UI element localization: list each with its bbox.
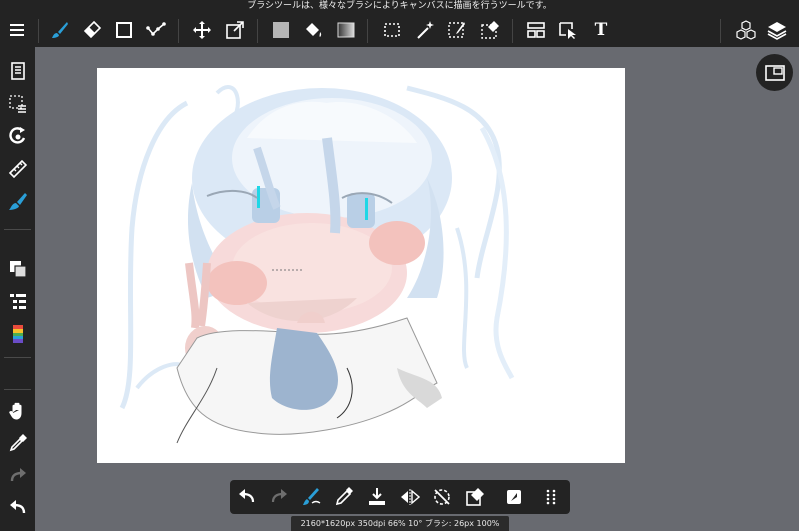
hand-icon[interactable] [4,397,31,424]
drawing-canvas[interactable] [97,68,625,463]
bottom-toolbar [230,480,570,514]
tool-tooltip: ブラシツールは、様々なブラシによりキャンバスに描画を行うツールです。 [247,1,552,11]
navigator-button[interactable] [756,54,793,91]
operation-icon[interactable] [554,16,582,44]
shape-rect-icon[interactable] [110,16,138,44]
import-icon[interactable] [363,483,391,511]
polyline-icon[interactable] [142,16,170,44]
layer-list-icon[interactable] [4,287,31,314]
redo-icon[interactable] [265,483,293,511]
move-icon[interactable] [188,16,216,44]
snap-off-icon[interactable] [428,483,456,511]
eraser-icon[interactable] [78,16,106,44]
left-sidebar [0,47,35,531]
page-list-icon[interactable] [4,57,31,84]
brush-icon[interactable] [46,16,74,44]
rotate-view-icon[interactable] [4,122,31,149]
artwork [119,85,515,444]
flip-icon[interactable] [396,483,424,511]
eyedropper-icon[interactable] [4,429,31,456]
color-palette-icon[interactable] [4,320,31,347]
select-rect-icon[interactable] [378,16,406,44]
layers-icon[interactable] [763,16,791,44]
navigator-icon [764,64,785,81]
material-icon[interactable] [500,483,528,511]
undo-icon[interactable] [4,494,31,521]
selection-menu-icon[interactable] [4,90,31,117]
stabilizer-icon[interactable] [298,483,326,511]
text-icon[interactable]: T [587,16,615,44]
clear-icon[interactable] [461,483,489,511]
undo-icon[interactable] [233,483,261,511]
color-swatch-icon[interactable] [4,255,31,282]
redo-icon[interactable] [4,462,31,489]
magic-wand-icon[interactable] [411,16,439,44]
bucket-icon[interactable] [299,16,327,44]
canvas-status-bar: 2160*1620px 350dpi 66% 10° ブラシ: 26px 100… [291,516,509,531]
fill-color-swatch-icon[interactable] [267,16,295,44]
transform-icon[interactable] [221,16,249,44]
brush-settings-icon[interactable] [4,188,31,215]
gradient-icon[interactable] [332,16,360,44]
pen-icon[interactable] [330,483,358,511]
text-tool-label: T [594,20,608,40]
ruler-icon[interactable] [4,155,31,182]
more-icon[interactable] [537,483,565,511]
top-toolbar: ブラシツールは、様々なブラシによりキャンバスに描画を行うツールです。 T [0,0,799,47]
3d-cubes-icon[interactable] [732,16,760,44]
menu-icon[interactable] [3,16,31,44]
select-pen-icon[interactable] [443,16,471,44]
frame-divide-icon[interactable] [522,16,550,44]
select-eraser-icon[interactable] [476,16,504,44]
